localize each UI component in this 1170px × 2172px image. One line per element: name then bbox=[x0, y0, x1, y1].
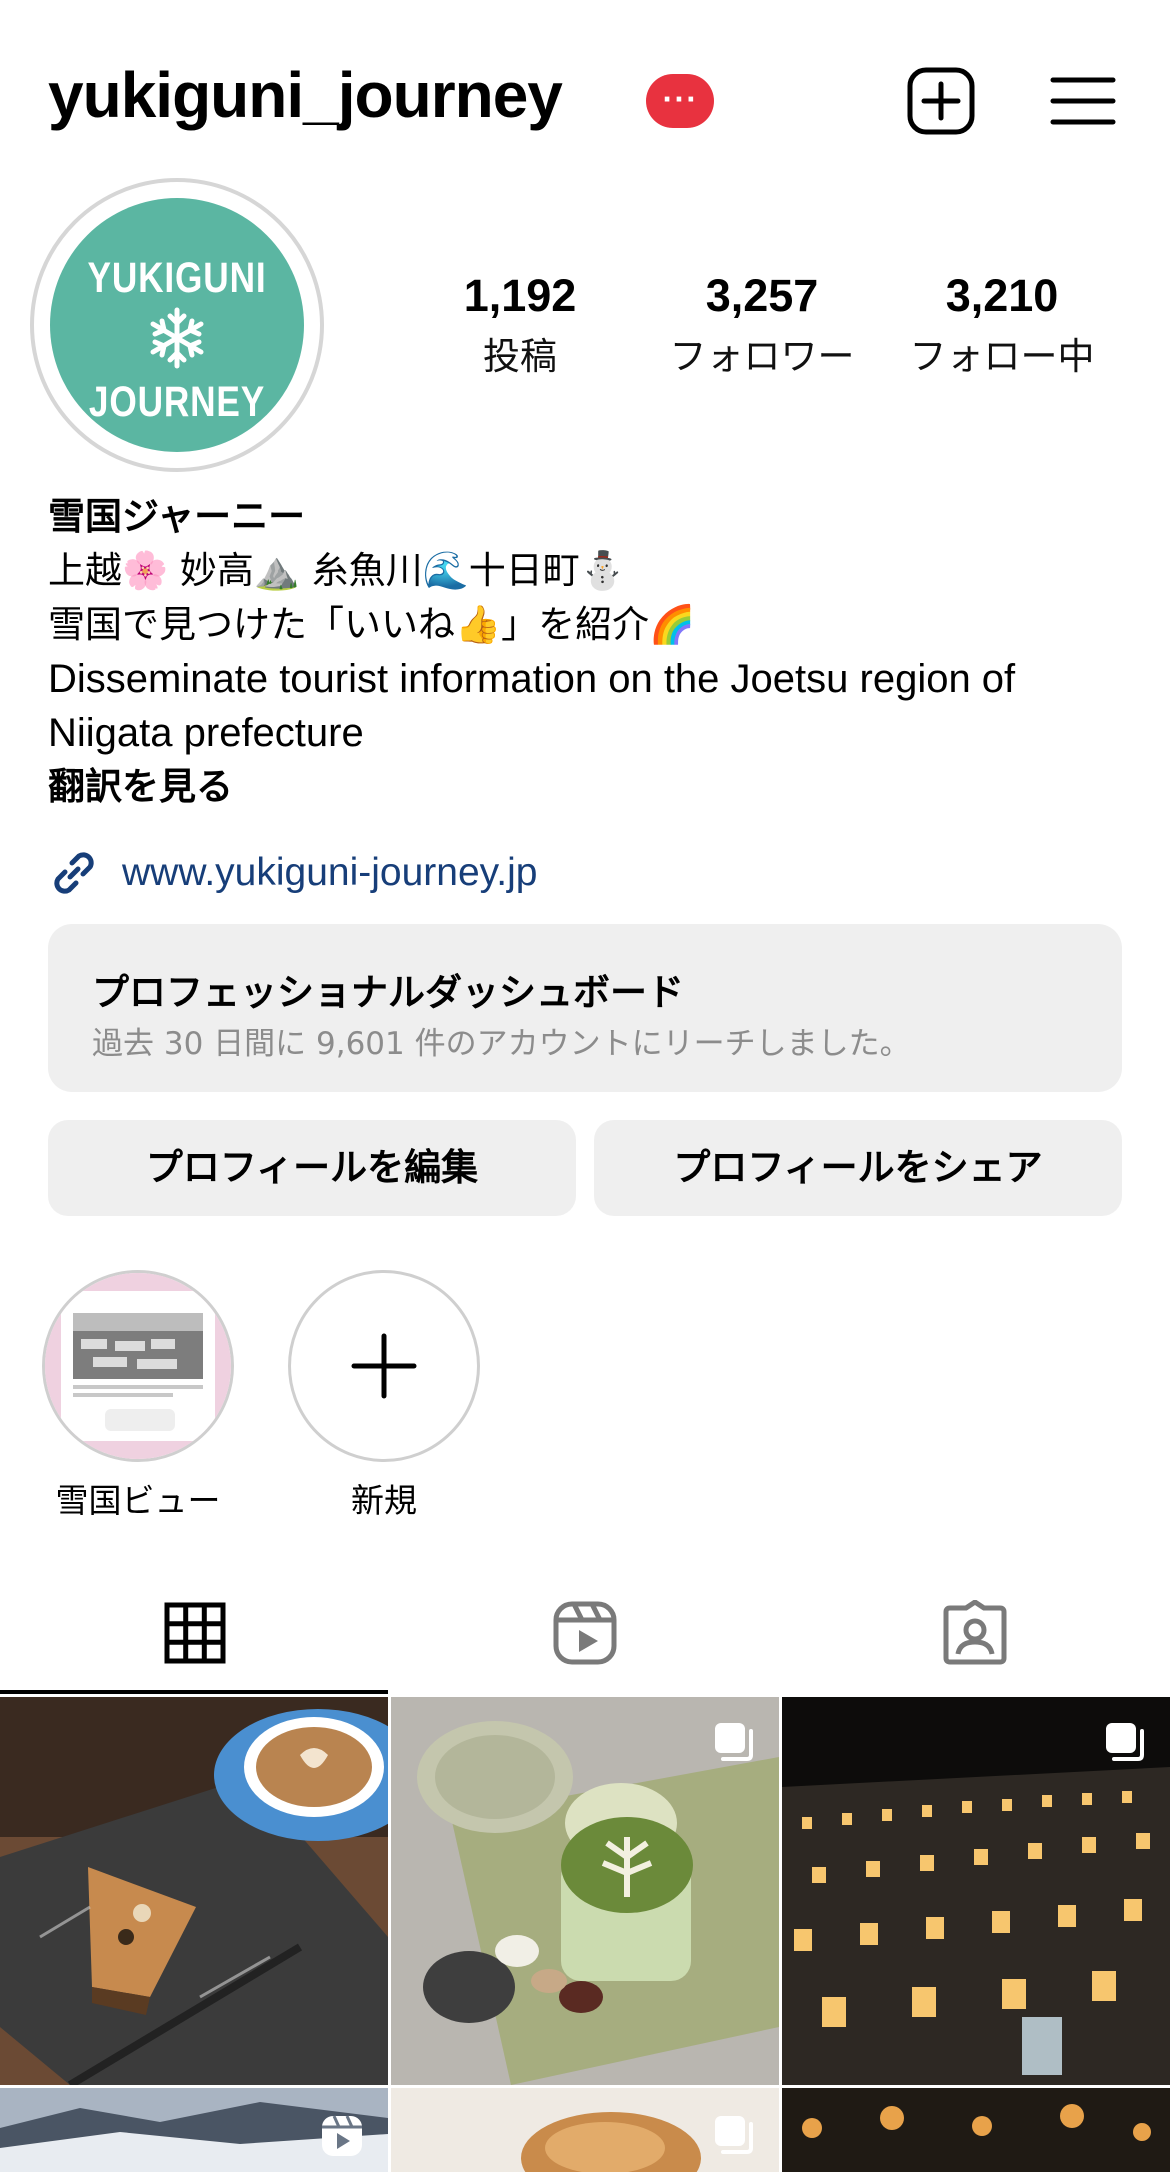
see-translation-link[interactable]: 翻訳を見る bbox=[48, 760, 1128, 814]
tab-reels[interactable] bbox=[390, 1570, 780, 1696]
posts-count: 1,192 bbox=[463, 270, 577, 321]
tagged-icon bbox=[943, 1600, 1007, 1665]
bio-line-english-2: Niigata prefecture bbox=[48, 711, 364, 755]
followers-label: フォロワー bbox=[669, 335, 855, 378]
share-profile-button[interactable]: プロフィールをシェア bbox=[594, 1120, 1122, 1216]
post-lanterns[interactable] bbox=[782, 2088, 1170, 2172]
stat-followers[interactable]: 3,257 フォロワー bbox=[656, 270, 868, 380]
stat-following[interactable]: 3,210 フォロー中 bbox=[896, 270, 1108, 380]
avatar-logo: YUKIGUNI JOURNEY bbox=[50, 198, 304, 452]
dashboard-title: プロフェッショナルダッシュボード bbox=[92, 971, 684, 1014]
logo-text-top: YUKIGUNI bbox=[87, 254, 267, 302]
highlight-thumbnail bbox=[45, 1273, 231, 1459]
profile-bio: 雪国ジャーニー 上越🌸 妙高⛰️ 糸魚川🌊十日町⛄ 雪国で見つけた「いいね👍」を… bbox=[48, 490, 1128, 814]
profile-tabs bbox=[0, 1570, 1170, 1696]
username[interactable]: yukiguni_journey bbox=[48, 58, 563, 132]
new-highlight-button[interactable]: 新規 bbox=[286, 1270, 482, 1522]
profile-header: yukiguni_journey ··· bbox=[0, 0, 1170, 175]
active-tab-indicator bbox=[0, 1690, 388, 1694]
display-name: 雪国ジャーニー bbox=[48, 495, 306, 538]
plus-icon bbox=[351, 1333, 417, 1399]
post-matcha-dessert[interactable] bbox=[391, 1697, 779, 2085]
website-url[interactable]: www.yukiguni-journey.jp bbox=[122, 851, 537, 895]
website-link[interactable]: www.yukiguni-journey.jp bbox=[48, 845, 537, 901]
post-bread[interactable] bbox=[391, 2088, 779, 2172]
reels-badge-icon bbox=[322, 2115, 362, 2156]
bio-line-intro: 雪国で見つけた「いいね👍」を紹介🌈 bbox=[48, 603, 696, 646]
posts-label: 投稿 bbox=[483, 335, 557, 378]
new-highlight-label: 新規 bbox=[351, 1481, 417, 1520]
following-count: 3,210 bbox=[945, 270, 1059, 321]
post-snowy-mountains[interactable] bbox=[0, 2088, 388, 2172]
post-image bbox=[782, 2088, 1170, 2172]
grid-icon bbox=[164, 1602, 226, 1664]
new-post-icon[interactable] bbox=[906, 66, 976, 136]
edit-profile-button[interactable]: プロフィールを編集 bbox=[48, 1120, 576, 1216]
stat-posts[interactable]: 1,192 投稿 bbox=[440, 270, 600, 380]
dashboard-subtitle: 過去 30 日間に 9,601 件のアカウントにリーチしました。 bbox=[92, 1026, 911, 1062]
followers-count: 3,257 bbox=[705, 270, 819, 321]
posts-grid bbox=[0, 1697, 1170, 2172]
menu-icon[interactable] bbox=[1050, 70, 1116, 132]
tab-posts[interactable] bbox=[0, 1570, 390, 1696]
highlight-label: 雪国ビュー bbox=[55, 1481, 221, 1520]
tab-tagged[interactable] bbox=[780, 1570, 1170, 1696]
post-snow-lanterns[interactable] bbox=[782, 1697, 1170, 2085]
bio-line-english-1: Disseminate tourist information on the J… bbox=[48, 657, 1016, 701]
carousel-icon bbox=[715, 2116, 753, 2154]
snowflake-icon bbox=[150, 307, 204, 369]
bio-line-areas: 上越🌸 妙高⛰️ 糸魚川🌊十日町⛄ bbox=[48, 549, 626, 592]
post-cake-latte[interactable] bbox=[0, 1697, 388, 2085]
carousel-icon bbox=[1106, 1723, 1144, 1761]
highlight-yukiguni-view[interactable]: 雪国ビュー bbox=[40, 1270, 236, 1522]
highlight-cover bbox=[42, 1270, 234, 1462]
carousel-icon bbox=[715, 1723, 753, 1761]
professional-dashboard[interactable]: プロフェッショナルダッシュボード 過去 30 日間に 9,601 件のアカウント… bbox=[48, 924, 1122, 1092]
new-highlight-circle bbox=[288, 1270, 480, 1462]
post-image bbox=[0, 1697, 388, 2085]
logo-text-bottom: JOURNEY bbox=[88, 378, 266, 426]
link-icon bbox=[54, 852, 94, 894]
profile-avatar[interactable]: YUKIGUNI JOURNEY bbox=[30, 178, 324, 472]
reels-icon bbox=[553, 1601, 617, 1665]
following-label: フォロー中 bbox=[909, 335, 1095, 378]
more-options-badge[interactable]: ··· bbox=[646, 74, 714, 128]
